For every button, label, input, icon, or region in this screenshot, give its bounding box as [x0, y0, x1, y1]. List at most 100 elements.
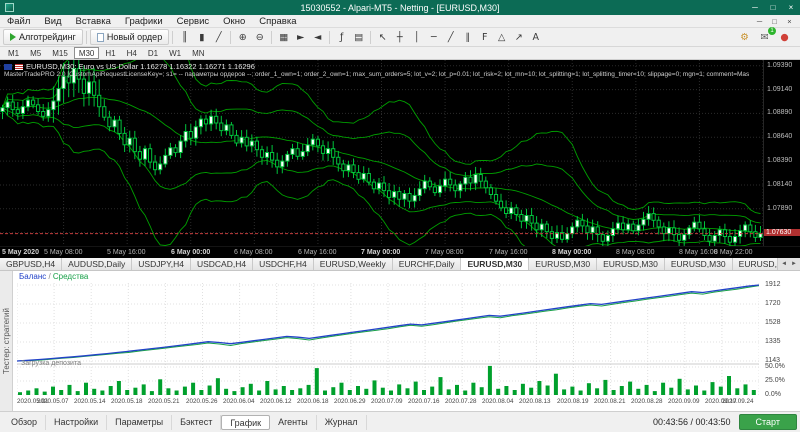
chart-tab[interactable]: USDCHF,H4 — [253, 258, 314, 270]
chart-tab[interactable]: USDCAD,H4 — [191, 258, 253, 270]
chart-tab[interactable]: AUDUSD,Daily — [62, 258, 132, 270]
chart-tab[interactable]: EURUSD,M30 — [529, 258, 597, 270]
fibonacci-icon[interactable]: F — [476, 29, 493, 45]
tab-scroll-right[interactable]: ► — [789, 261, 799, 267]
menu-item[interactable]: Справка — [252, 15, 303, 27]
balance-scale-label: 1912 — [765, 281, 781, 288]
crosshair-icon[interactable]: ┼ — [391, 29, 408, 45]
indicators-icon[interactable]: ƒ — [333, 29, 350, 45]
cursor-icon[interactable]: ↖ — [374, 29, 391, 45]
alerts-icon[interactable]: ● — [776, 29, 793, 45]
timeframe-W1[interactable]: W1 — [164, 47, 186, 59]
mdi-minimize-button[interactable]: ─ — [752, 16, 767, 27]
chart-tab[interactable]: EURUSD,M30 — [461, 258, 529, 270]
legend-balance: Баланс — [19, 272, 46, 281]
price-scale: 1.093901.091401.088901.086401.083901.081… — [763, 60, 800, 246]
chart-tab[interactable]: USDJPY,H4 — [132, 258, 191, 270]
tab-scroll-left[interactable]: ◄ — [779, 261, 789, 267]
timeframe-H4[interactable]: H4 — [122, 47, 142, 59]
tester-date-label: 2020.06.12 — [260, 398, 292, 405]
chat-icon[interactable]: ✉1 — [756, 29, 773, 45]
toolbar-separator — [271, 31, 272, 44]
minimize-button[interactable]: ─ — [746, 0, 764, 15]
mdi-restore-button[interactable]: □ — [767, 16, 782, 27]
tester-date-label: 2020.05.14 — [74, 398, 106, 405]
maximize-button[interactable]: □ — [764, 0, 782, 15]
menu-item[interactable]: Файл — [0, 15, 37, 27]
timeframe-MN[interactable]: MN — [187, 47, 209, 59]
tester-date-label: 2020.09.09 — [668, 398, 700, 405]
horizontal-line-icon[interactable]: ─ — [425, 29, 442, 45]
close-button[interactable]: × — [782, 0, 800, 15]
app-icon — [5, 3, 14, 12]
timeframe-M1[interactable]: M1 — [3, 47, 24, 59]
new-order-button[interactable]: Новый ордер — [90, 29, 169, 45]
order-doc-icon — [97, 33, 104, 42]
zoom-in-icon[interactable]: ⊕ — [234, 29, 251, 45]
tester-sidebar-label: Тестер: стратегий — [2, 308, 11, 374]
tester-tab[interactable]: Журнал — [317, 415, 367, 430]
tester-sidebar[interactable]: Тестер: стратегий — [0, 271, 13, 411]
menu-item[interactable]: Окно — [216, 15, 252, 27]
tester-date-label: 2020.06.04 — [223, 398, 255, 405]
new-chart-icon[interactable]: ▦ — [275, 29, 292, 45]
toolbar-separator — [230, 31, 231, 44]
tester-tab[interactable]: Агенты — [270, 415, 317, 430]
menu-item[interactable]: Вид — [37, 15, 68, 27]
bars-chart-icon[interactable]: ║ — [176, 29, 193, 45]
tester-tab[interactable]: График — [221, 415, 270, 430]
tester-date-label: 2020.05.18 — [111, 398, 143, 405]
mdi-window-controls: ─□× — [752, 16, 800, 27]
timeframe-D1[interactable]: D1 — [143, 47, 163, 59]
chart-shift-icon[interactable]: ◄ — [309, 29, 326, 45]
tester-tab[interactable]: Бэктест — [172, 415, 221, 430]
start-button[interactable]: Старт — [739, 414, 797, 430]
tester-graph-area[interactable]: Баланс / Средства Загрузка депозита 1912… — [13, 271, 800, 411]
window-title: 15030552 - Alpari-MT5 - Netting - [EURUS… — [0, 3, 800, 13]
timeframe-M5[interactable]: M5 — [25, 47, 46, 59]
deposit-scale-label: 50.0% — [765, 363, 785, 370]
vertical-line-icon[interactable]: │ — [408, 29, 425, 45]
menu-item[interactable]: Графики — [118, 15, 170, 27]
tester-date-label: 2020.06.29 — [334, 398, 366, 405]
autoscroll-icon[interactable]: ► — [292, 29, 309, 45]
menu-item[interactable]: Сервис — [170, 15, 217, 27]
timeframe-M15[interactable]: M15 — [47, 47, 73, 59]
timeframe-H1[interactable]: H1 — [100, 47, 120, 59]
timeframe-M30[interactable]: M30 — [74, 47, 100, 59]
zoom-out-icon[interactable]: ⊖ — [251, 29, 268, 45]
price-label: 1.07890 — [767, 205, 792, 212]
chart-tab[interactable]: EURUSD,Weekly — [314, 258, 393, 270]
tester-tab[interactable]: Обзор — [3, 415, 46, 430]
candles-chart-icon[interactable]: ▮ — [193, 29, 210, 45]
menu-item[interactable]: Вставка — [69, 15, 118, 27]
chart-tab[interactable]: EURUSD,M30 — [665, 258, 733, 270]
chart-tab[interactable]: EURUSD,M30 — [597, 258, 665, 270]
candlestick-chart[interactable] — [0, 60, 763, 246]
chart-tabs-bar: GBPUSD,H4AUDUSD,DailyUSDJPY,H4USDCAD,H4U… — [0, 258, 800, 271]
algo-trading-button[interactable]: Алготрейдинг — [3, 29, 83, 45]
deposit-scale-label: 25.0% — [765, 377, 785, 384]
tester-date-axis: 2020.05.012020.05.072020.05.142020.05.18… — [17, 397, 759, 408]
tester-tab[interactable]: Настройки — [46, 415, 107, 430]
eur-flag-icon — [4, 64, 12, 70]
trendline-icon[interactable]: ╱ — [442, 29, 459, 45]
timeframe-bar: M1M5M15M30H1H4D1W1MN — [0, 47, 800, 60]
tester-tab[interactable]: Параметры — [107, 415, 172, 430]
balance-chart[interactable] — [17, 283, 759, 395]
text-label-icon[interactable]: A — [527, 29, 544, 45]
timeframes-menu-icon[interactable]: ▤ — [350, 29, 367, 45]
tester-date-label: 2020.08.28 — [631, 398, 663, 405]
price-label: 1.08640 — [767, 133, 792, 140]
settings-icon[interactable]: ⚙ — [736, 29, 753, 45]
chart-tab[interactable]: EURCHF,Daily — [393, 258, 462, 270]
line-chart-icon[interactable]: ╱ — [210, 29, 227, 45]
strategy-tester-panel: Тестер: стратегий Баланс / Средства Загр… — [0, 271, 800, 411]
chart-tab[interactable]: GBPUSD,H4 — [0, 258, 62, 270]
mdi-close-button[interactable]: × — [782, 16, 797, 27]
shapes-icon[interactable]: △ — [493, 29, 510, 45]
channel-icon[interactable]: ∥ — [459, 29, 476, 45]
price-chart[interactable]: EURUSD,M30: Euro vs US Dollar 1.16278 1.… — [0, 60, 800, 246]
tester-scale: 1912172015281335114350.0%25.0%0.0% — [763, 271, 800, 411]
arrow-marker-icon[interactable]: ↗ — [510, 29, 527, 45]
